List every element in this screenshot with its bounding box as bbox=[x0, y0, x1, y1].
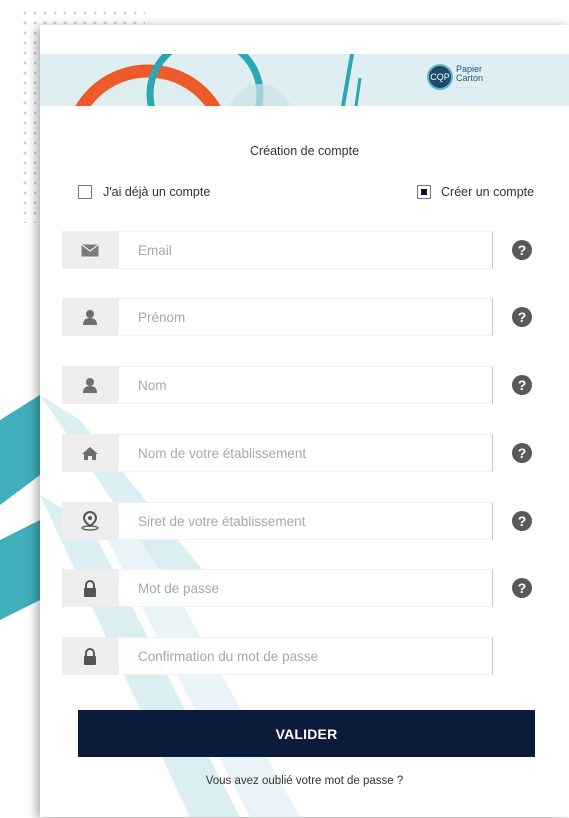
last-name-row: Nom ? bbox=[62, 366, 542, 404]
email-help-icon[interactable]: ? bbox=[512, 240, 532, 260]
establishment-name-help-icon[interactable]: ? bbox=[512, 443, 532, 463]
email-row: Email ? bbox=[62, 231, 542, 269]
banner-arcs-decoration bbox=[75, 54, 362, 106]
lock-icon bbox=[62, 569, 118, 607]
create-account-label: Créer un compte bbox=[441, 185, 535, 199]
first-name-row: Prénom ? bbox=[62, 298, 542, 336]
existing-account-option[interactable]: J'ai déjà un compte bbox=[78, 185, 210, 199]
password-field[interactable]: Mot de passe bbox=[118, 569, 493, 607]
page-title: Création de compte bbox=[249, 144, 360, 158]
establishment-name-row: Nom de votre établissement ? bbox=[62, 434, 542, 472]
password-confirm-row: Confirmation du mot de passe bbox=[62, 637, 542, 675]
email-field[interactable]: Email bbox=[118, 231, 493, 269]
forgot-password-link[interactable]: Vous avez oublié votre mot de passe ? bbox=[40, 775, 569, 787]
submit-button[interactable]: VALIDER bbox=[78, 710, 535, 757]
user-icon bbox=[62, 298, 118, 336]
home-icon bbox=[62, 434, 118, 472]
logo-tagline-decoration: ······················ bbox=[456, 85, 478, 89]
create-account-option[interactable]: Créer un compte bbox=[417, 185, 534, 199]
logo-wordmark: Papier Carton ······················ bbox=[456, 65, 484, 90]
siret-row: Siret de votre établissement ? bbox=[62, 502, 542, 540]
brand-logo: CQP Papier Carton ······················ bbox=[427, 64, 483, 90]
header-banner: CQP Papier Carton ······················ bbox=[40, 54, 569, 106]
siret-field[interactable]: Siret de votre établissement bbox=[118, 502, 493, 540]
siret-help-icon[interactable]: ? bbox=[512, 511, 532, 531]
establishment-name-field[interactable]: Nom de votre établissement bbox=[118, 434, 493, 472]
logo-badge: CQP bbox=[427, 64, 453, 90]
last-name-field[interactable]: Nom bbox=[118, 366, 493, 404]
password-row: Mot de passe ? bbox=[62, 569, 542, 607]
create-account-checkbox[interactable] bbox=[417, 185, 431, 199]
password-confirm-field[interactable]: Confirmation du mot de passe bbox=[118, 637, 493, 675]
signup-card: CQP Papier Carton ······················… bbox=[40, 25, 569, 817]
location-pin-icon bbox=[62, 502, 118, 540]
existing-account-checkbox[interactable] bbox=[78, 185, 92, 199]
lock-icon bbox=[62, 637, 118, 675]
first-name-help-icon[interactable]: ? bbox=[512, 307, 532, 327]
first-name-field[interactable]: Prénom bbox=[118, 298, 493, 336]
existing-account-label: J'ai déjà un compte bbox=[103, 185, 211, 199]
user-icon bbox=[62, 366, 118, 404]
password-help-icon[interactable]: ? bbox=[512, 578, 532, 598]
logo-line2: Carton bbox=[456, 73, 484, 83]
last-name-help-icon[interactable]: ? bbox=[512, 375, 532, 395]
envelope-icon bbox=[62, 231, 118, 269]
